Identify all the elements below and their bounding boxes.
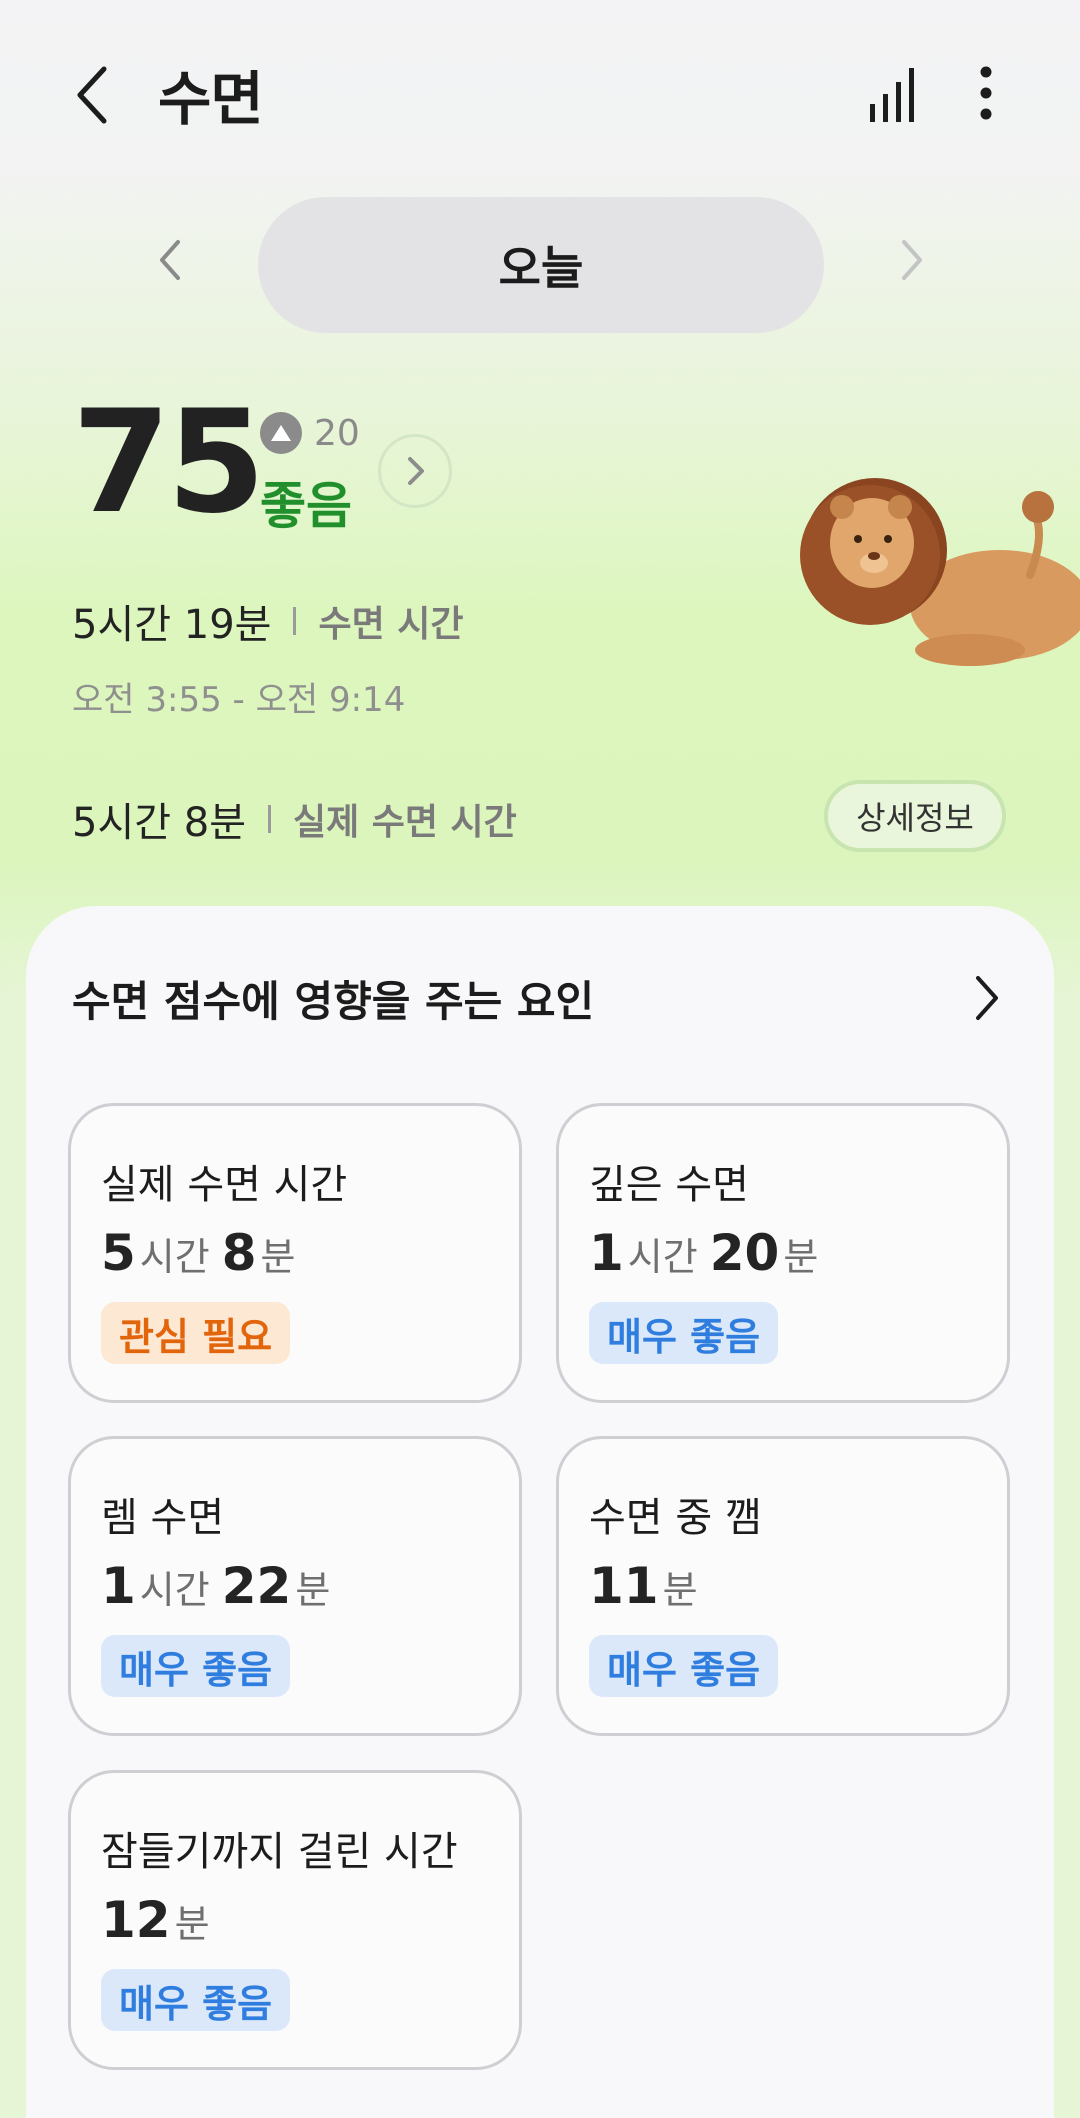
chevron-right-icon — [408, 457, 424, 485]
lion-illustration — [800, 455, 1080, 675]
factor-value: 5 시간 8 분 — [101, 1224, 307, 1282]
factor-unit: 시간 — [627, 1235, 698, 1279]
status-badge: 관심 필요 — [101, 1302, 291, 1364]
factor-card-awake[interactable]: 수면 중 깸 11 분 매우 좋음 — [556, 1436, 1010, 1736]
factor-number: 12 — [101, 1891, 171, 1949]
divider — [293, 607, 297, 635]
factor-value: 1 시간 22 분 — [101, 1557, 342, 1615]
total-sleep-label: 수면 시간 — [318, 604, 464, 645]
status-badge: 매우 좋음 — [101, 1969, 291, 2031]
sleep-time-range: 오전 3:55 - 오전 9:14 — [72, 680, 406, 720]
factor-number: 8 — [221, 1224, 257, 1282]
factor-number: 1 — [589, 1224, 624, 1282]
actual-sleep-duration: 5시간 8분 — [72, 800, 247, 846]
factor-title: 실제 수면 시간 — [101, 1162, 348, 1208]
factor-card-actual-sleep[interactable]: 실제 수면 시간 5 시간 8 분 관심 필요 — [68, 1103, 522, 1403]
chevron-right-icon — [976, 976, 998, 1020]
details-button[interactable]: 상세정보 — [824, 780, 1006, 852]
more-vertical-icon — [980, 66, 992, 120]
factor-title: 잠들기까지 걸린 시간 — [101, 1829, 458, 1875]
sleep-score: 75 — [72, 380, 266, 545]
factor-card-deep-sleep[interactable]: 깊은 수면 1 시간 20 분 매우 좋음 — [556, 1103, 1010, 1403]
total-sleep-row: 5시간 19분 수면 시간 — [72, 592, 463, 650]
score-change-value: 20 — [314, 412, 360, 454]
factor-number: 5 — [101, 1224, 136, 1282]
factor-number: 11 — [589, 1557, 659, 1615]
chevron-left-icon — [77, 66, 107, 124]
chevron-left-icon — [160, 240, 180, 280]
factor-unit: 시간 — [139, 1568, 210, 1612]
top-app-bar: 수면 — [0, 0, 1080, 190]
status-badge: 매우 좋음 — [589, 1635, 779, 1697]
chevron-right-icon — [902, 240, 922, 280]
factors-title[interactable]: 수면 점수에 영향을 주는 요인 — [72, 968, 594, 1029]
factors-more-button[interactable] — [966, 968, 1006, 1028]
factor-card-sleep-latency[interactable]: 잠들기까지 걸린 시간 12 분 매우 좋음 — [68, 1770, 522, 2070]
factor-card-rem-sleep[interactable]: 렘 수면 1 시간 22 분 매우 좋음 — [68, 1436, 522, 1736]
factor-title: 깊은 수면 — [589, 1162, 749, 1208]
factor-unit: 분 — [295, 1568, 331, 1612]
factor-unit: 시간 — [139, 1235, 210, 1279]
factor-title: 수면 중 깸 — [589, 1495, 762, 1541]
factor-number: 22 — [221, 1557, 292, 1615]
next-day-button[interactable] — [892, 232, 932, 288]
date-selector[interactable]: 오늘 — [258, 197, 824, 333]
factor-unit: 분 — [174, 1902, 210, 1946]
actual-sleep-label: 실제 수면 시간 — [293, 802, 517, 843]
score-change: 20 — [260, 412, 360, 454]
factor-unit: 분 — [662, 1568, 698, 1612]
factor-value: 12 분 — [101, 1891, 222, 1949]
factor-value: 11 분 — [589, 1557, 710, 1615]
total-sleep-duration: 5시간 19분 — [72, 602, 272, 648]
page-title: 수면 — [158, 65, 264, 133]
more-options-button[interactable] — [966, 60, 1006, 126]
status-badge: 매우 좋음 — [589, 1302, 779, 1364]
divider — [268, 805, 272, 833]
back-button[interactable] — [64, 55, 124, 135]
trends-button[interactable] — [862, 60, 922, 126]
date-label: 오늘 — [498, 241, 584, 295]
factor-number: 20 — [709, 1224, 780, 1282]
signal-bars-icon — [870, 68, 914, 122]
score-factors-card: 수면 점수에 영향을 주는 요인 실제 수면 시간 5 시간 8 분 관심 필요… — [26, 906, 1054, 2118]
factor-title: 렘 수면 — [101, 1495, 225, 1541]
score-detail-button[interactable] — [378, 434, 452, 508]
score-grade: 좋음 — [260, 477, 352, 535]
factor-value: 1 시간 20 분 — [589, 1224, 830, 1282]
previous-day-button[interactable] — [150, 232, 190, 288]
actual-sleep-row: 5시간 8분 실제 수면 시간 — [72, 790, 517, 848]
factor-number: 1 — [101, 1557, 136, 1615]
factor-unit: 분 — [783, 1235, 819, 1279]
arrow-up-icon — [260, 412, 302, 454]
status-badge: 매우 좋음 — [101, 1635, 291, 1697]
factor-unit: 분 — [260, 1235, 296, 1279]
